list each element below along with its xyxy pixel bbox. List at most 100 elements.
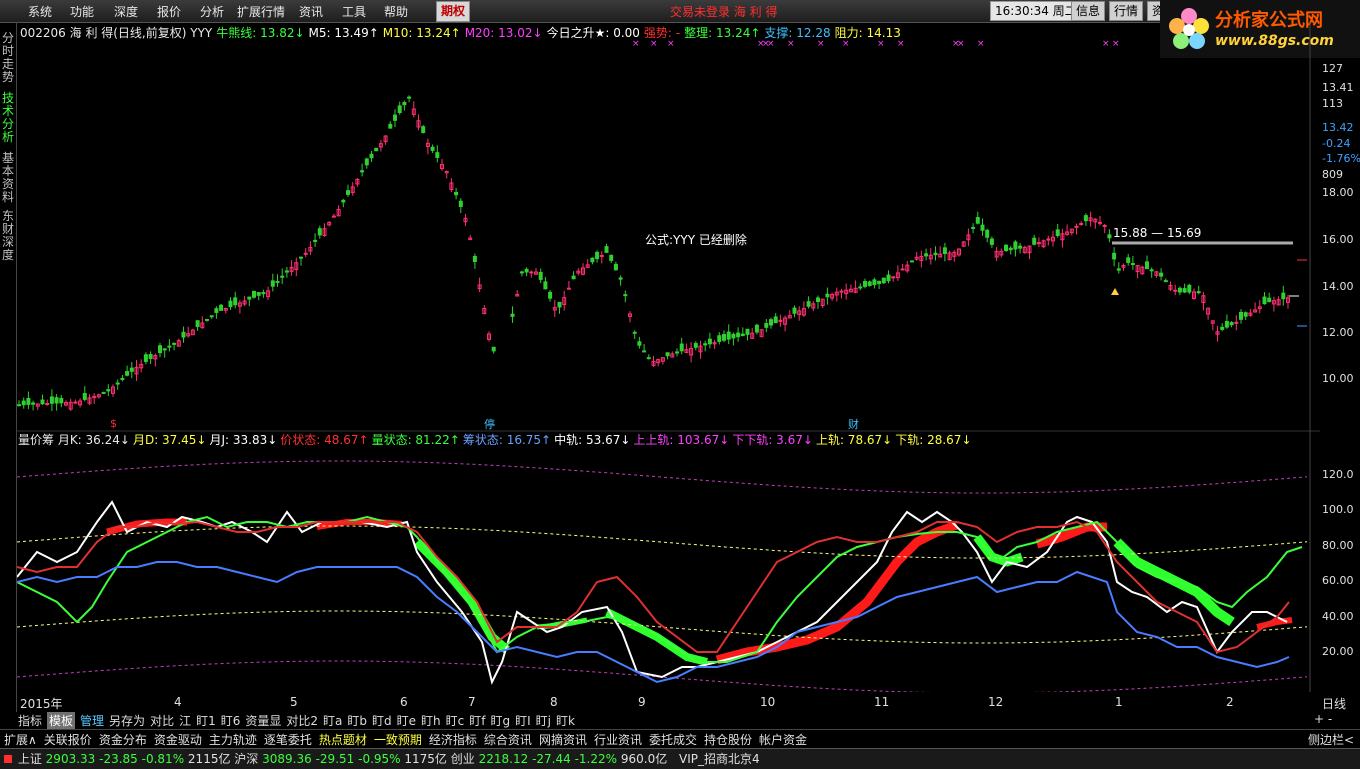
hs-index-name[interactable]: 沪深 [234,752,258,766]
signal-marker: × [632,39,640,49]
candle-body [341,199,346,203]
indicator-tab[interactable]: 盯b [347,712,367,729]
candle-body [369,153,374,159]
cy-index-name[interactable]: 创业 [451,752,475,766]
candle-body [1098,221,1102,224]
indicator-tab[interactable]: 盯c [446,712,465,729]
indicator-tab[interactable]: 盯I [515,712,531,729]
indicator-tab[interactable]: 盯6 [221,712,241,729]
candle-body [181,331,186,338]
function-button[interactable]: 逐笔委托 [264,731,312,748]
function-button[interactable]: 资金分布 [99,731,147,748]
menu-help[interactable]: 帮助 [384,3,408,20]
candle-body [331,215,336,218]
candle-body [1107,234,1112,239]
indicator-tab-row: 指标 模板 管理 另存为 对比江盯1 盯6 资量显 对比2 盯a 盯b 盯d 盯e 盯h 盯c 盯f 盯g 盯I… [18,712,580,729]
indicator-tab[interactable]: 盯e [397,712,416,729]
candle-body [303,252,308,255]
menu-extended-market[interactable]: 扩展行情 [237,3,285,20]
dividend-marker[interactable]: $ [110,417,117,430]
market-button[interactable]: 行情 [1109,1,1144,21]
tab-eastmoney-depth[interactable]: 东财深度 [2,210,15,262]
indicator-tab[interactable]: 另存为 [109,712,145,729]
menu-system[interactable]: 系统 [28,3,52,20]
sidebar-toggle[interactable]: 侧边栏< [1308,731,1354,748]
indicator-tab[interactable]: 模板 [47,712,76,729]
indicator-tab[interactable]: 对比 [150,712,174,729]
function-button[interactable]: 热点题材 [319,731,367,748]
menu-analysis[interactable]: 分析 [200,3,224,20]
indicator-tab[interactable]: 指标 [18,712,42,729]
period-label[interactable]: 日线 [1322,695,1346,712]
function-button[interactable]: 委托成交 [649,731,697,748]
sh-index-name[interactable]: 上证 [18,752,42,766]
indicator-tab[interactable]: 盯k [556,712,575,729]
candle-body [252,290,256,298]
sh-index-change: -23.85 [99,752,138,766]
financial-report-marker[interactable]: 财 [848,416,859,432]
function-button[interactable]: 网摘资讯 [539,731,587,748]
candle-body [867,281,872,286]
j-line [17,500,1288,685]
indicator-tab[interactable]: 盯f [469,712,485,729]
function-button[interactable]: 扩展∧ [4,731,37,748]
menu-function[interactable]: 功能 [70,3,94,20]
menu-tools[interactable]: 工具 [342,3,366,20]
candle-body [557,301,562,308]
candle-body [125,371,130,376]
suspension-marker[interactable]: 停 [484,416,495,432]
indicator-tab[interactable]: 盯g [490,712,510,729]
function-button[interactable]: 关联报价 [44,731,92,748]
candle-body [364,158,369,166]
tab-intraday[interactable]: 分时走势 [2,32,15,84]
candle-body [679,343,684,352]
candle-body [886,274,891,282]
indicator-value: 量价筹 月K: 36.24↓ [18,433,130,447]
function-button[interactable]: 经济指标 [429,731,477,748]
x-axis-label: 5 [290,695,298,709]
stock-chart[interactable]: × × × ××× × × × × × ×× × × × [17,22,1320,692]
function-button[interactable]: 持仓股份 [704,731,752,748]
indicator-value: 下轨: 28.67↓ [895,433,972,447]
indicator-tab[interactable]: 资量显 [245,712,281,729]
candle-body [49,396,54,404]
price-range-label: 15.88 — 15.69 [1113,226,1202,240]
indicator-value: 筹状态: 16.75↑ [462,433,552,447]
indicator-tab[interactable]: 盯a [323,712,342,729]
function-button-row: 扩展∧ 关联报价 资金分布 资金驱动 主力轨迹 逐笔委托 热点题材 一致预期 经济指标 综合资讯网… [0,729,1360,748]
menu-news[interactable]: 资讯 [299,3,323,20]
menu-quote[interactable]: 报价 [157,3,181,20]
function-button[interactable]: 一致预期 [374,731,422,748]
function-button[interactable]: 资金驱动 [154,731,202,748]
menu-options[interactable]: 期权 [436,1,471,22]
candle-body [172,342,177,345]
indicator-tab[interactable]: 盯d [372,712,392,729]
vip-server-label[interactable]: VIP_招商北京4 [679,752,760,766]
indicator-tab[interactable]: 江 [179,712,191,729]
index-ticker-bar: 上证 2903.33 -23.85 -0.81% 2115亿 沪深 3089.3… [0,748,1360,769]
function-button[interactable]: 主力轨迹 [209,731,257,748]
indicator-tab[interactable]: 盯j [536,712,551,729]
candle-body [726,331,731,340]
function-button[interactable]: 综合资讯 [484,731,532,748]
menu-depth[interactable]: 深度 [114,3,138,20]
indicator-tab[interactable]: 对比2 [286,712,318,729]
indicator-value: 中轨: 53.67↓ [554,433,631,447]
indicator-tab[interactable]: 管理 [80,712,104,729]
indicator-title-line: 量价筹 月K: 36.24↓ 月D: 37.45↓ 月J: 33.83↓ 价状态: 4… [18,431,975,448]
indicator-tab[interactable]: 盯h [421,712,441,729]
signal-marker: × [957,39,965,49]
sh-index-value: 2903.33 [45,752,96,766]
tab-fundamentals[interactable]: 基本资料 [2,152,15,204]
formula-deleted-message: 公式:YYY 已经删除 [645,233,747,247]
tab-technical-analysis[interactable]: 技术分析 [2,92,15,144]
function-button[interactable]: 行业资讯 [594,731,642,748]
zoom-buttons[interactable]: + - [1314,712,1332,726]
signal-marker: × [1112,39,1120,49]
candle-body [195,320,200,328]
indicator-tab[interactable]: 盯1 [196,712,216,729]
info-button[interactable]: 信息 [1071,1,1106,21]
clock-time: 16:30:34 [995,4,1049,18]
function-button[interactable]: 帐户资金 [759,731,807,748]
candle-body [872,279,877,286]
